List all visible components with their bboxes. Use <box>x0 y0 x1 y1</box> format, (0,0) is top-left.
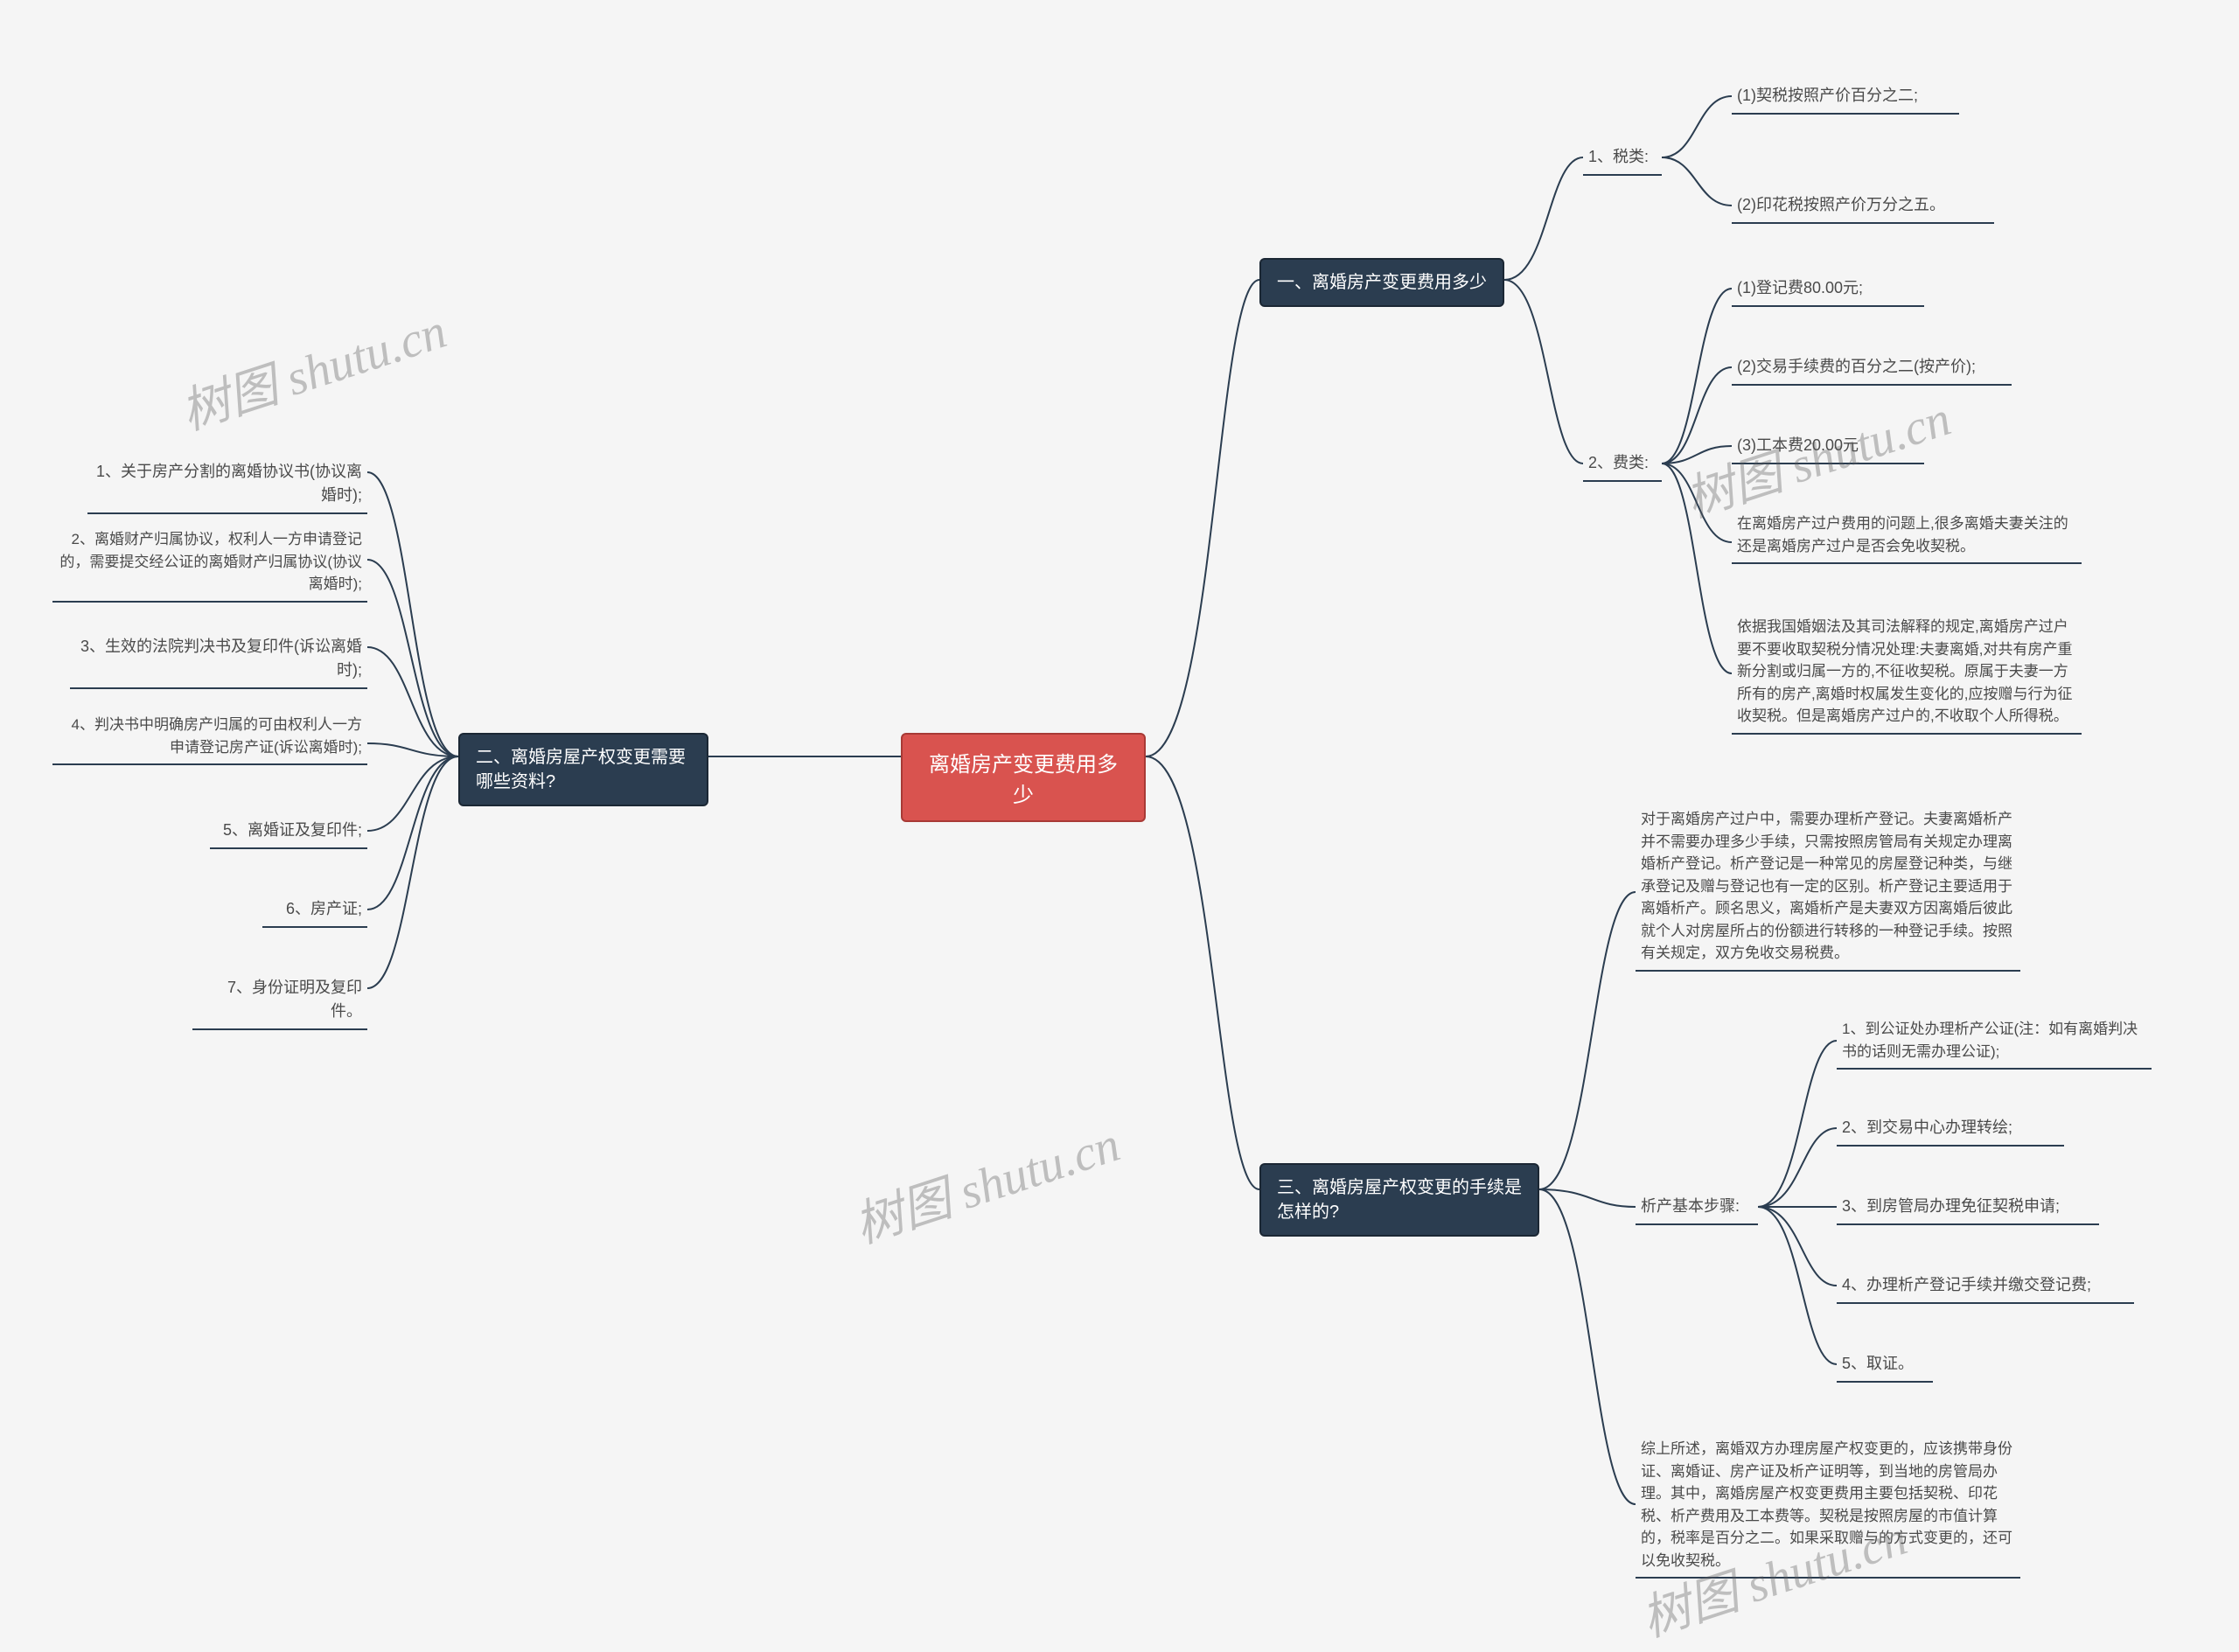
section-1-fee-5[interactable]: 依据我国婚姻法及其司法解释的规定,离婚房产过户要不要收取契税分情况处理:夫妻离婚… <box>1732 612 2082 735</box>
section-3-step-3[interactable]: 3、到房管局办理免征契税申请; <box>1837 1191 2099 1225</box>
watermark: 树图 shutu.cn <box>171 291 454 443</box>
section-3-step-2[interactable]: 2、到交易中心办理转绘; <box>1837 1112 2064 1147</box>
section-2-item-4[interactable]: 4、判决书中明确房产归属的可由权利人一方申请登记房产证(诉讼离婚时); <box>52 710 367 765</box>
section-1-fee-2[interactable]: (2)交易手续费的百分之二(按产价); <box>1732 352 2012 386</box>
section-1-taxes-label[interactable]: 1、税类: <box>1583 142 1662 176</box>
section-1-fee-3[interactable]: (3)工本费20.00元 <box>1732 430 1924 464</box>
section-2-item-1[interactable]: 1、关于房产分割的离婚协议书(协议离婚时); <box>87 457 367 514</box>
section-2-item-6[interactable]: 6、房产证; <box>262 894 367 928</box>
watermark: 树图 shutu.cn <box>844 1105 1127 1257</box>
section-1-fee-1[interactable]: (1)登记费80.00元; <box>1732 273 1924 307</box>
section-3-step-1[interactable]: 1、到公证处办理析产公证(注：如有离婚判决书的话则无需办理公证); <box>1837 1014 2152 1070</box>
section-3-title[interactable]: 三、离婚房屋产权变更的手续是怎样的? <box>1259 1163 1539 1237</box>
section-1-fees-label[interactable]: 2、费类: <box>1583 448 1662 482</box>
section-2-item-3[interactable]: 3、生效的法院判决书及复印件(诉讼离婚时); <box>70 631 367 689</box>
section-2-item-2[interactable]: 2、离婚财产归属协议，权利人一方申请登记的，需要提交经公证的离婚财产归属协议(协… <box>52 525 367 603</box>
section-3-steps-label[interactable]: 析产基本步骤: <box>1636 1191 1758 1225</box>
section-1-title[interactable]: 一、离婚房产变更费用多少 <box>1259 258 1504 307</box>
root-node[interactable]: 离婚房产变更费用多少 <box>901 733 1146 822</box>
section-2-title[interactable]: 二、离婚房屋产权变更需要哪些资料? <box>458 733 708 806</box>
section-1-tax-2[interactable]: (2)印花税按照产价万分之五。 <box>1732 190 1994 224</box>
section-3-step-5[interactable]: 5、取证。 <box>1837 1349 1933 1383</box>
section-1-tax-1[interactable]: (1)契税按照产价百分之二; <box>1732 80 1959 115</box>
section-1-fee-4[interactable]: 在离婚房产过户费用的问题上,很多离婚夫妻关注的还是离婚房产过户是否会免收契税。 <box>1732 509 2082 564</box>
section-2-item-7[interactable]: 7、身份证明及复印件。 <box>192 972 367 1030</box>
section-3-intro[interactable]: 对于离婚房产过户中，需要办理析产登记。夫妻离婚析产并不需要办理多少手续，只需按照… <box>1636 805 2020 972</box>
section-3-step-4[interactable]: 4、办理析产登记手续并缴交登记费; <box>1837 1270 2134 1304</box>
section-2-item-5[interactable]: 5、离婚证及复印件; <box>210 815 367 849</box>
section-3-summary[interactable]: 综上所述，离婚双方办理房屋产权变更的，应该携带身份证、离婚证、房产证及析产证明等… <box>1636 1434 2020 1579</box>
